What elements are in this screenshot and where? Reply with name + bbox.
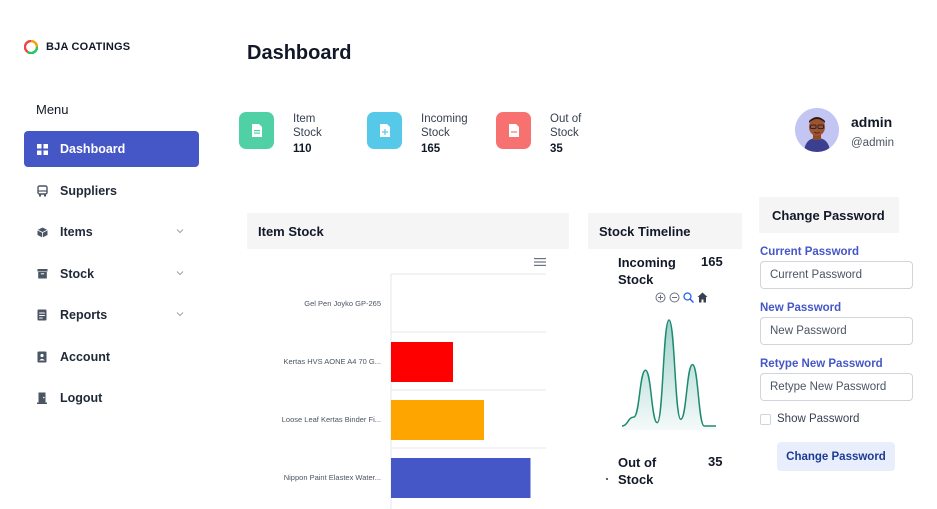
stat-out-of-stock: Out of Stock 35: [496, 112, 600, 155]
change-password-button[interactable]: Change Password: [777, 442, 895, 471]
item-stock-header: Item Stock: [247, 213, 569, 249]
bullet-dot: [606, 478, 608, 480]
stat-label: Out of Stock: [550, 113, 582, 139]
stat-label: Incoming Stock: [421, 113, 468, 139]
out-of-stock-label: Out of Stock: [618, 455, 657, 487]
item-stock-chart: Gel Pen Joyko GP-265 Kertas HVS AONE A4 7…: [282, 273, 546, 509]
document-icon: [239, 112, 274, 149]
zoom-in-icon[interactable]: [655, 292, 666, 303]
report-icon: [36, 309, 48, 321]
current-password-label: Current Password: [760, 246, 860, 258]
chart-bar[interactable]: [391, 342, 453, 382]
sidebar-item-logout[interactable]: Logout: [24, 380, 199, 416]
menu-heading: Menu: [36, 102, 69, 117]
incoming-stock-label: Incoming Stock: [618, 255, 676, 287]
bus-icon: [36, 184, 48, 197]
sidebar-item-dashboard[interactable]: Dashboard: [24, 131, 199, 167]
contact-icon: [36, 351, 48, 363]
chart-toolbar: [655, 292, 708, 303]
chart-category-label: Nippon Paint Elastex Water...: [284, 473, 381, 482]
chart-bar[interactable]: [391, 400, 484, 440]
stat-value: 35: [550, 143, 563, 155]
sidebar-item-label: Reports: [60, 308, 108, 322]
document-remove-icon: [496, 112, 531, 149]
sidebar-item-label: Stock: [60, 266, 95, 281]
sidebar: BJA COATINGS Menu Dashboard Suppliers It…: [0, 0, 210, 509]
logout-icon: [36, 392, 48, 404]
incoming-stock-value: 165: [701, 254, 723, 269]
stat-item-stock: Item Stock 110: [239, 112, 343, 155]
retype-password-input[interactable]: [760, 373, 913, 401]
archive-icon: [36, 268, 48, 280]
new-password-label: New Password: [760, 302, 842, 314]
page-title: Dashboard: [247, 42, 352, 64]
new-password-input[interactable]: [760, 317, 913, 345]
stat-value: 110: [293, 143, 312, 155]
sidebar-item-label: Suppliers: [60, 183, 117, 198]
sidebar-item-label: Dashboard: [60, 142, 126, 156]
menu-icon[interactable]: [534, 257, 546, 267]
chevron-down-icon: [176, 270, 184, 275]
sidebar-item-stock[interactable]: Stock: [24, 256, 199, 292]
change-password-title: Change Password: [759, 197, 899, 233]
document-add-icon: [367, 112, 402, 149]
retype-password-label: Retype New Password: [760, 358, 883, 370]
chart-category-label: Loose Leaf Kertas Binder Fi...: [282, 415, 381, 424]
sidebar-item-items[interactable]: Items: [24, 214, 199, 250]
sidebar-item-account[interactable]: Account: [24, 339, 199, 375]
brand-name: BJA COATINGS: [46, 41, 131, 53]
brand[interactable]: BJA COATINGS: [24, 40, 130, 54]
sidebar-item-label: Logout: [60, 391, 103, 405]
sidebar-item-label: Account: [60, 349, 110, 364]
current-password-input[interactable]: [760, 261, 913, 289]
stat-label: Item Stock: [293, 113, 322, 139]
brand-logo-icon: [24, 40, 38, 54]
chevron-down-icon: [176, 229, 184, 234]
stock-timeline-title: Stock Timeline: [599, 223, 691, 239]
stat-incoming-stock: Incoming Stock 165: [367, 112, 471, 155]
stat-value: 165: [421, 143, 441, 155]
avatar[interactable]: [795, 108, 839, 152]
sidebar-nav: Dashboard Suppliers Items Stock Reports …: [24, 131, 199, 422]
box-icon: [36, 226, 48, 238]
stock-timeline-chart: [621, 319, 716, 430]
reset-home-icon[interactable]: [697, 292, 708, 303]
sidebar-item-reports[interactable]: Reports: [24, 297, 199, 333]
chart-category-label: Gel Pen Joyko GP-265: [304, 299, 381, 308]
chart-bar[interactable]: [391, 458, 531, 498]
profile-handle: @admin: [851, 137, 894, 149]
show-password-label[interactable]: Show Password: [777, 413, 859, 425]
out-of-stock-value: 35: [708, 454, 723, 469]
show-password-checkbox[interactable]: [760, 414, 771, 425]
stock-timeline-header: Stock Timeline: [588, 213, 742, 249]
zoom-selection-icon[interactable]: [683, 292, 694, 303]
chart-category-label: Kertas HVS AONE A4 70 G...: [283, 357, 381, 366]
sidebar-item-label: Items: [60, 225, 93, 239]
grid-icon: [36, 143, 48, 155]
item-stock-title: Item Stock: [258, 223, 324, 239]
profile-name: admin: [851, 114, 893, 130]
chevron-down-icon: [176, 312, 184, 317]
sidebar-item-suppliers[interactable]: Suppliers: [24, 173, 199, 209]
zoom-out-icon[interactable]: [669, 292, 680, 303]
